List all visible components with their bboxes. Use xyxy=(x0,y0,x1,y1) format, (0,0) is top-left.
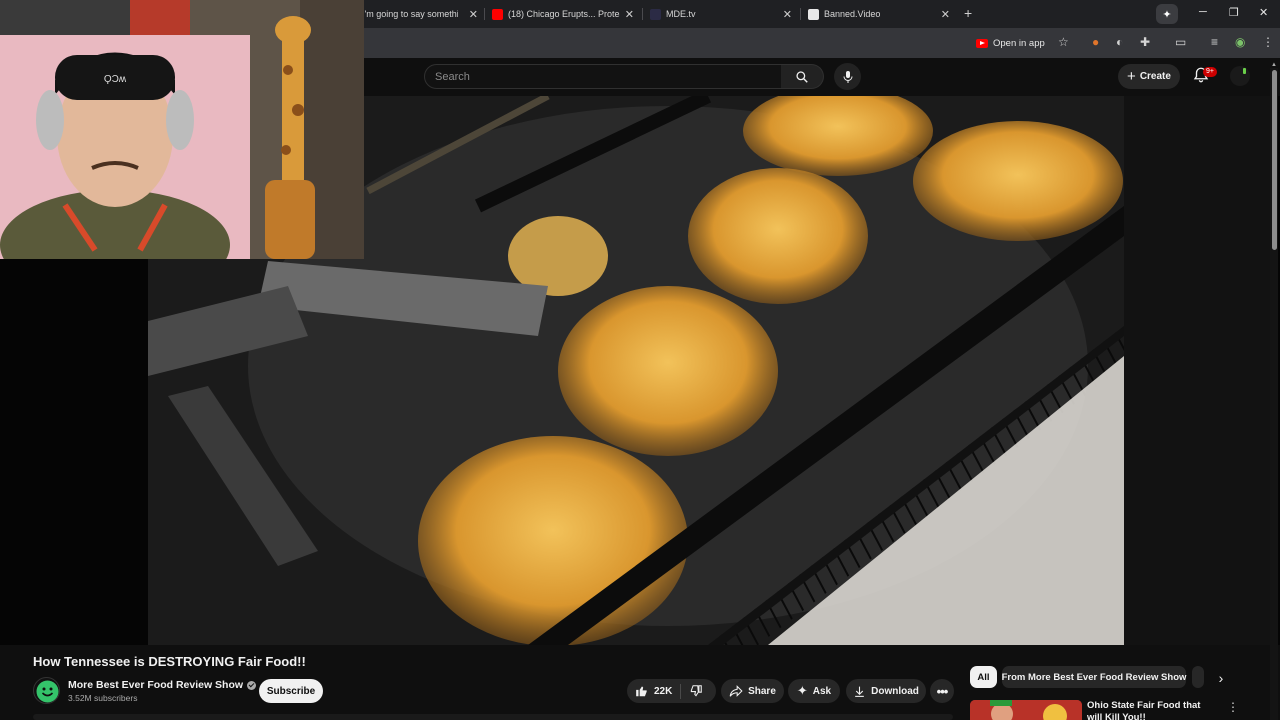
description-box-edge xyxy=(33,714,953,720)
browser-tab[interactable]: I'm going to say somethin ✕ xyxy=(362,3,478,25)
puzzle-extensions-icon[interactable]: ✚ xyxy=(1140,35,1150,49)
extension-icon[interactable]: ● xyxy=(1092,35,1099,49)
like-dislike-group: 22K xyxy=(627,679,716,703)
notification-badge: 9+ xyxy=(1203,67,1217,77)
browser-tab[interactable]: (18) Chicago Erupts... Protester ✕ xyxy=(492,3,634,25)
more-actions-button[interactable]: ••• xyxy=(930,679,954,703)
more-horizontal-icon: ••• xyxy=(936,683,949,699)
window-close-icon[interactable]: ✕ xyxy=(1259,6,1268,19)
channel-name-label: More Best Ever Food Review Show xyxy=(68,679,244,691)
chip-partial[interactable] xyxy=(1192,666,1204,688)
gemini-sparkle-icon[interactable]: ✦ xyxy=(1156,4,1178,24)
microphone-icon xyxy=(843,70,852,83)
player-side-area xyxy=(1124,96,1270,645)
tab-title: MDE.tv xyxy=(666,9,696,19)
subscribe-button[interactable]: Subscribe xyxy=(259,679,323,703)
browser-tab[interactable]: Banned.Video ✕ xyxy=(808,3,950,25)
open-in-app-label: Open in app xyxy=(993,37,1045,49)
sparkle-icon: ✦ xyxy=(796,683,808,698)
like-count: 22K xyxy=(654,685,673,697)
subscriber-count: 3.52M subscribers xyxy=(68,693,138,703)
download-button[interactable]: Download xyxy=(846,679,926,703)
dislike-button[interactable] xyxy=(681,679,711,703)
more-vertical-icon[interactable]: ⋮ xyxy=(1227,700,1239,714)
verified-check-icon xyxy=(247,680,257,690)
plus-icon: + xyxy=(1127,68,1136,85)
thumbnail-image xyxy=(970,700,1082,720)
smiley-logo-icon xyxy=(36,680,59,703)
minimize-icon[interactable]: ─ xyxy=(1199,6,1207,18)
share-button[interactable]: Share xyxy=(721,679,784,703)
channel-name[interactable]: More Best Ever Food Review Show xyxy=(68,679,257,691)
chip-all[interactable]: All xyxy=(970,666,997,688)
search-icon xyxy=(796,70,808,83)
browser-tab[interactable]: MDE.tv ✕ xyxy=(650,3,792,25)
close-icon[interactable]: ✕ xyxy=(941,8,950,21)
download-icon xyxy=(855,686,864,697)
close-icon[interactable]: ✕ xyxy=(625,8,634,21)
thumbs-up-icon xyxy=(636,686,647,697)
tab-title: (18) Chicago Erupts... Protester xyxy=(508,9,620,19)
chevron-right-icon[interactable]: › xyxy=(1212,670,1230,686)
beanie-logo: ϘϽʍ xyxy=(104,74,127,85)
profile-avatar-icon[interactable]: ◉ xyxy=(1235,35,1245,49)
restore-icon[interactable]: ❐ xyxy=(1229,6,1239,19)
video-title: How Tennessee is DESTROYING Fair Food!! xyxy=(33,654,306,669)
webcam-overlay: ϘϽʍ xyxy=(0,0,364,259)
tab-divider xyxy=(484,8,485,20)
youtube-logo-icon xyxy=(976,38,988,48)
close-icon[interactable]: ✕ xyxy=(783,8,792,21)
search-input[interactable] xyxy=(425,65,781,88)
account-avatar[interactable] xyxy=(1230,66,1250,86)
cast-icon[interactable]: ▭ xyxy=(1175,35,1186,49)
share-arrow-icon xyxy=(729,685,743,697)
mde-favicon-icon xyxy=(650,8,661,20)
new-tab-icon[interactable]: + xyxy=(964,5,972,21)
channel-avatar[interactable] xyxy=(33,677,60,704)
voice-search-button[interactable] xyxy=(834,63,861,90)
youtube-favicon-icon xyxy=(492,8,503,20)
search-box[interactable] xyxy=(424,64,782,89)
create-label: Create xyxy=(1139,71,1171,82)
download-label: Download xyxy=(871,685,919,697)
open-in-app-button[interactable]: Open in app xyxy=(976,33,1045,53)
ask-button[interactable]: ✦ Ask xyxy=(788,679,840,703)
search-button[interactable] xyxy=(781,64,824,89)
chip-from-channel[interactable]: From More Best Ever Food Review Show xyxy=(1002,666,1186,688)
recommendation-thumbnail[interactable] xyxy=(970,700,1082,720)
streamer-webcam-image: ϘϽʍ xyxy=(0,0,364,259)
close-icon[interactable]: ✕ xyxy=(469,8,478,21)
bookmark-star-icon[interactable]: ☆ xyxy=(1058,35,1069,49)
recommendation-title[interactable]: Ohio State Fair Food that will Kill You!… xyxy=(1087,700,1217,720)
ask-label: Ask xyxy=(812,685,832,697)
like-button[interactable]: 22K xyxy=(627,679,680,703)
tab-divider xyxy=(642,8,643,20)
tab-divider xyxy=(800,8,801,20)
reading-list-icon[interactable]: ≡ xyxy=(1211,35,1218,49)
tab-title: Banned.Video xyxy=(824,9,881,19)
thumbs-down-icon xyxy=(691,685,703,697)
extension-icon[interactable]: ◐ xyxy=(1116,35,1123,49)
share-label: Share xyxy=(748,685,776,697)
banned-video-favicon-icon xyxy=(808,8,819,20)
scrollbar-thumb[interactable] xyxy=(1272,70,1277,250)
create-button[interactable]: + Create xyxy=(1118,64,1180,89)
menu-kebab-icon[interactable]: ⋮ xyxy=(1262,35,1274,49)
tab-title: I'm going to say somethin xyxy=(362,9,458,19)
